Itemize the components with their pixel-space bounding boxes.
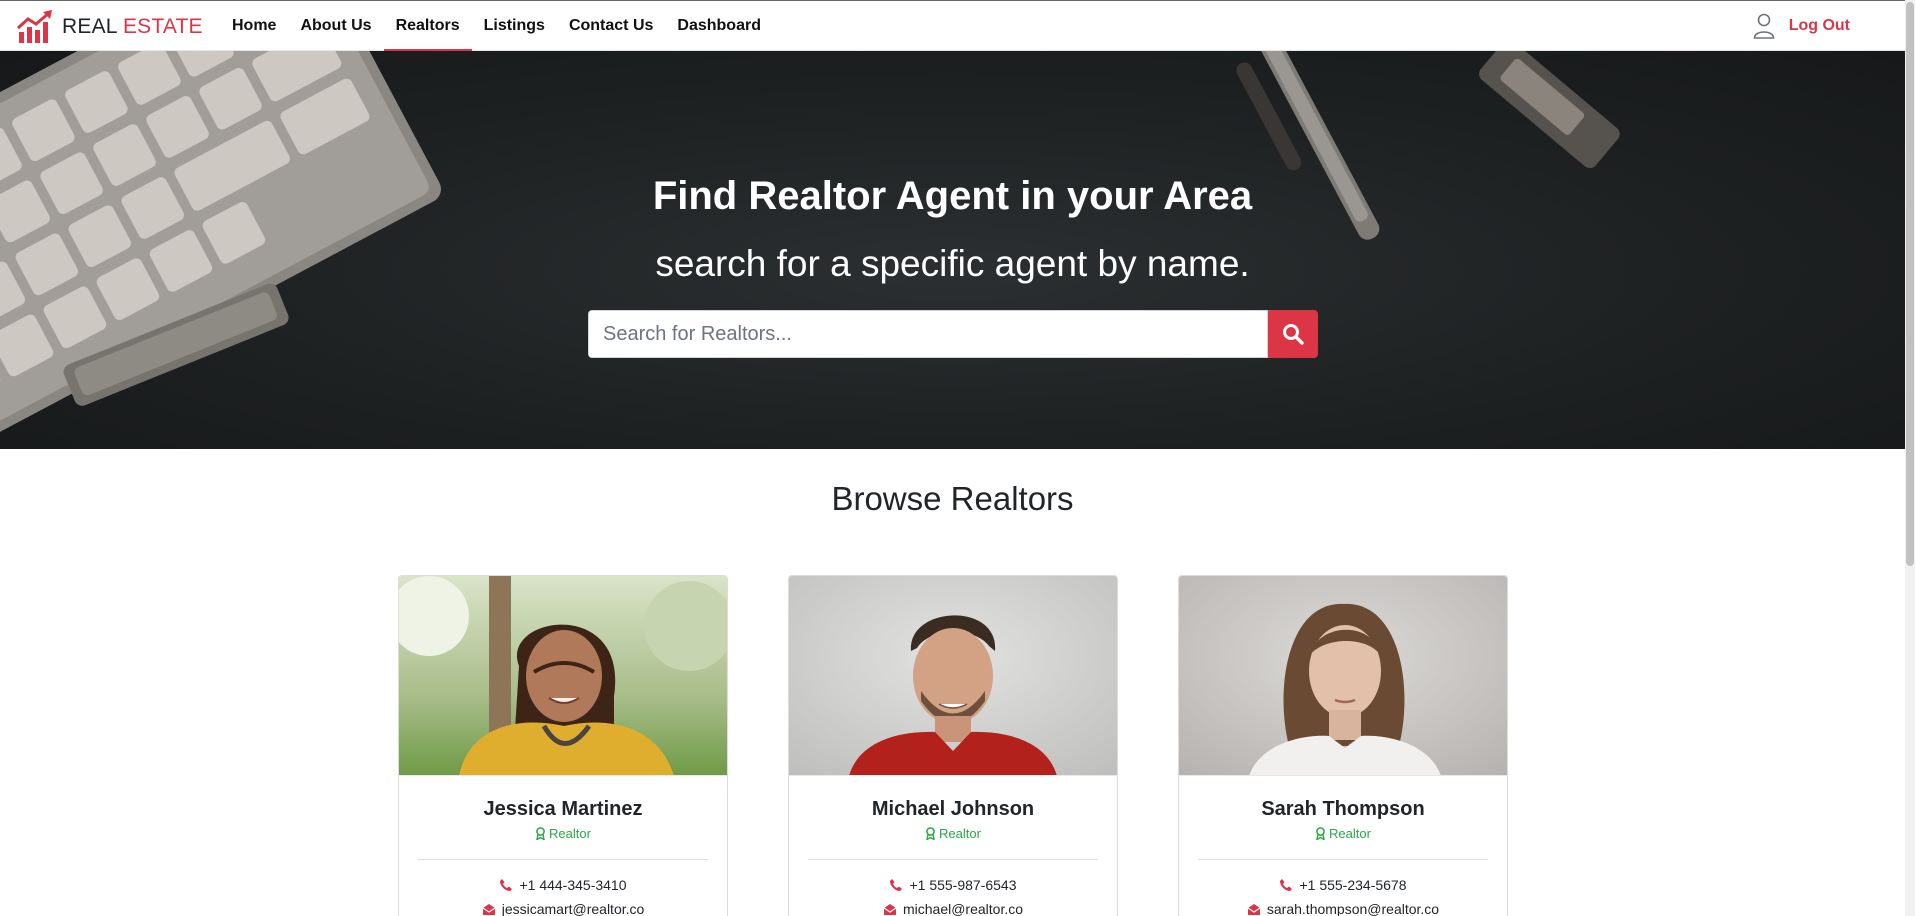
realtor-phone[interactable]: +1 444-345-3410 xyxy=(399,877,727,893)
logout-link[interactable]: Log Out xyxy=(1789,17,1850,35)
nav-realtors[interactable]: Realtors xyxy=(383,1,472,52)
realtor-role: Realtor xyxy=(789,826,1117,841)
hero-section: Find Realtor Agent in your Area search f… xyxy=(0,51,1905,449)
realtor-phone-number: +1 444-345-3410 xyxy=(519,877,627,893)
phone-icon xyxy=(500,879,513,891)
nav-about-us[interactable]: About Us xyxy=(288,1,383,51)
hero-title: Find Realtor Agent in your Area xyxy=(652,174,1253,218)
realtor-role: Realtor xyxy=(1179,826,1507,841)
realtor-name: Michael Johnson xyxy=(871,798,1035,820)
realtor-name: Sarah Thompson xyxy=(1261,798,1425,820)
realtor-phone-number: +1 555-234-5678 xyxy=(1299,877,1407,893)
realtor-search-input[interactable] xyxy=(588,310,1268,358)
realtor-card[interactable]: Michael Johnson Realtor +1 555-987-6543 … xyxy=(788,575,1118,916)
page-scrollbar[interactable] xyxy=(1905,0,1915,916)
realtor-role-label: Realtor xyxy=(549,826,591,841)
phone-icon xyxy=(890,879,903,891)
realtor-photo xyxy=(399,576,727,776)
award-icon xyxy=(536,827,545,840)
scrollbar-thumb[interactable] xyxy=(1906,2,1914,566)
realtor-phone[interactable]: +1 555-234-5678 xyxy=(1179,877,1507,893)
realtor-email[interactable]: sarah.thompson@realtor.co xyxy=(1179,901,1507,916)
realtor-name: Jessica Martinez xyxy=(483,798,643,820)
card-divider xyxy=(1198,859,1488,860)
hero-subtitle: search for a specific agent by name. xyxy=(655,243,1250,284)
realtor-email-address: michael@realtor.co xyxy=(902,901,1024,916)
browse-realtors-title: Browse Realtors xyxy=(831,480,1074,517)
realtor-role-label: Realtor xyxy=(939,826,981,841)
realtor-email[interactable]: jessicamart@realtor.co xyxy=(399,901,727,916)
realtor-phone-number: +1 555-987-6543 xyxy=(909,877,1017,893)
card-divider xyxy=(808,859,1098,860)
brand-text-estate: ESTATE xyxy=(122,15,203,38)
envelope-open-icon xyxy=(883,903,897,915)
card-divider xyxy=(418,859,708,860)
award-icon xyxy=(1316,827,1325,840)
navbar: REAL ESTATE Home About Us Realtors Listi… xyxy=(0,0,1905,52)
award-icon xyxy=(926,827,935,840)
envelope-open-icon xyxy=(1247,903,1261,915)
nav-right: Log Out xyxy=(1753,1,1850,51)
nav-home[interactable]: Home xyxy=(220,1,288,51)
nav-listings[interactable]: Listings xyxy=(472,1,557,51)
realtor-card[interactable]: Sarah Thompson Realtor +1 555-234-5678 s… xyxy=(1178,575,1508,916)
envelope-open-icon xyxy=(482,903,496,915)
brand-logo-icon xyxy=(16,10,52,43)
user-icon[interactable] xyxy=(1753,13,1775,39)
brand[interactable]: REAL ESTATE xyxy=(16,10,203,44)
search-button[interactable] xyxy=(1268,310,1318,358)
nav-dashboard[interactable]: Dashboard xyxy=(665,1,773,51)
realtor-role-label: Realtor xyxy=(1329,826,1371,841)
realtor-phone[interactable]: +1 555-987-6543 xyxy=(789,877,1117,893)
realtor-email-address: jessicamart@realtor.co xyxy=(501,901,645,916)
realtor-role: Realtor xyxy=(399,826,727,841)
search-icon xyxy=(1283,324,1304,345)
realtor-card[interactable]: Jessica Martinez Realtor +1 444-345-3410… xyxy=(398,575,728,916)
brand-name: REAL ESTATE xyxy=(62,15,203,39)
realtor-photo xyxy=(789,576,1117,776)
brand-text-real: REAL xyxy=(62,15,117,38)
realtor-email-address: sarah.thompson@realtor.co xyxy=(1266,901,1440,916)
realtor-search-form xyxy=(588,310,1318,358)
main-nav: Home About Us Realtors Listings Contact … xyxy=(220,1,773,52)
realtor-email[interactable]: michael@realtor.co xyxy=(789,901,1117,916)
realtor-photo xyxy=(1179,576,1507,776)
nav-contact-us[interactable]: Contact Us xyxy=(557,1,665,51)
phone-icon xyxy=(1280,879,1293,891)
